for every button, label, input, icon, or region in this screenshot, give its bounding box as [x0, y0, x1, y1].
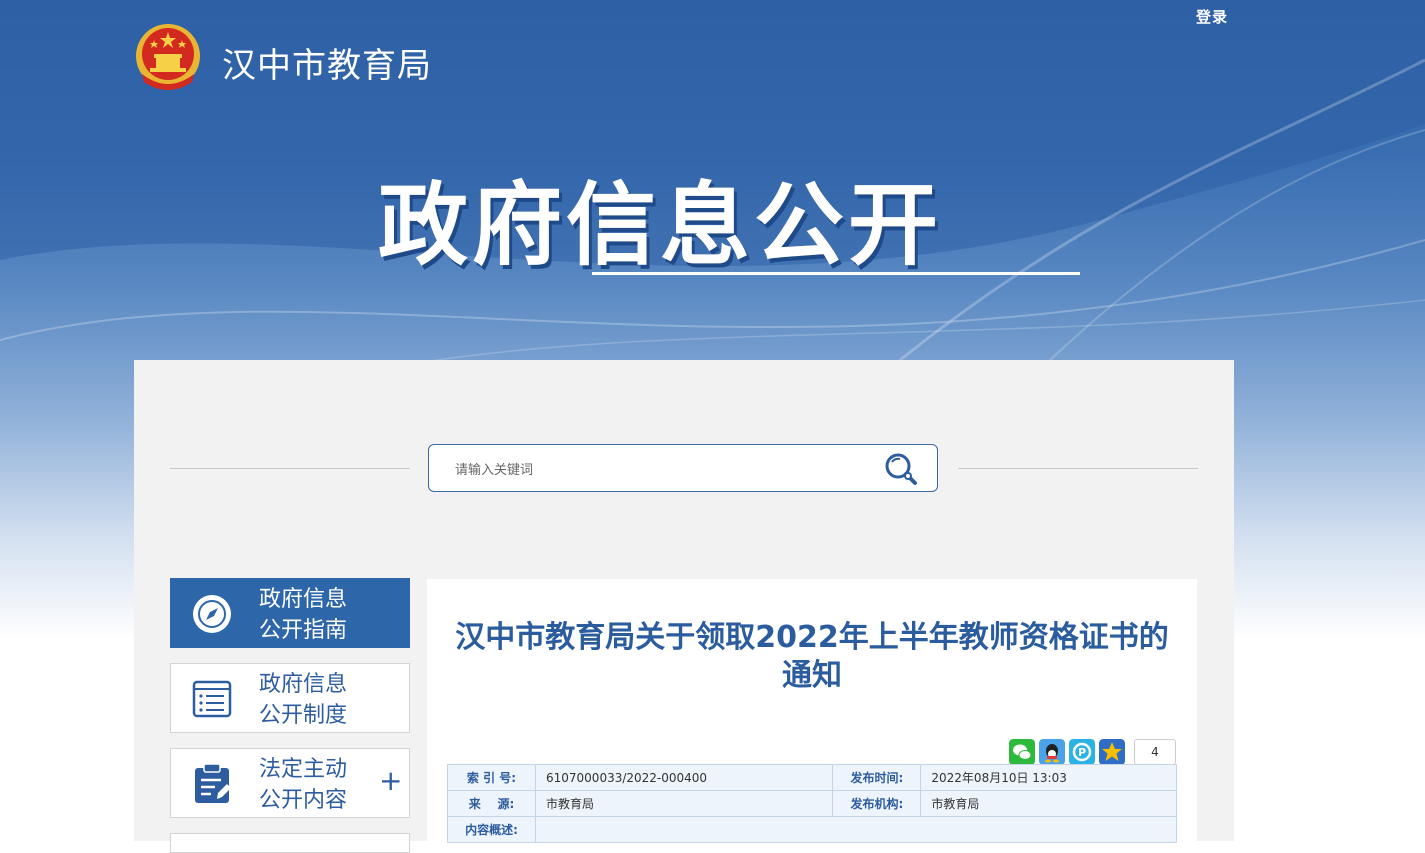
share-count: 4: [1134, 739, 1176, 765]
article-meta-table: 索 引 号: 6107000033/2022-000400 发布时间: 2022…: [447, 764, 1177, 843]
table-row: 内容概述:: [447, 816, 1177, 843]
login-link[interactable]: 登录: [1196, 6, 1228, 27]
table-row: 来 源: 市教育局 发布机构: 市教育局: [447, 790, 1177, 817]
search-divider-left: [170, 468, 410, 469]
publisher-label: 发布机构:: [832, 790, 922, 817]
search-box: [428, 444, 938, 492]
source-label: 来 源:: [447, 790, 536, 817]
favorite-star-icon[interactable]: [1099, 739, 1125, 765]
index-value: 6107000033/2022-000400: [534, 764, 834, 791]
publish-time-value: 2022年08月10日 13:03: [920, 764, 1177, 791]
sidebar-item-system[interactable]: 政府信息 公开制度: [170, 663, 410, 733]
site-name: 汉中市教育局: [222, 46, 432, 86]
document-list-icon: [192, 680, 232, 718]
publisher-value: 市教育局: [920, 790, 1177, 817]
sidebar-item-guide[interactable]: 政府信息 公开指南: [170, 578, 410, 648]
sidebar-item-label: 政府信息 公开指南: [259, 587, 348, 643]
sidebar-item-statutory-content[interactable]: 法定主动 公开内容 +: [170, 748, 410, 818]
search-icon[interactable]: [883, 452, 919, 486]
summary-value: [535, 816, 1177, 843]
sidebar-item-label: 法定主动 公开内容: [259, 757, 348, 813]
qq-share-icon[interactable]: [1039, 739, 1065, 765]
hero-underline: [592, 272, 1080, 275]
search-input[interactable]: [453, 457, 877, 483]
publish-time-label: 发布时间:: [832, 764, 922, 791]
table-row: 索 引 号: 6107000033/2022-000400 发布时间: 2022…: [447, 764, 1177, 791]
source-value: 市教育局: [534, 790, 834, 817]
hero-title: 政府信息公开: [378, 173, 942, 278]
national-emblem-icon: [136, 24, 200, 90]
wechat-share-icon[interactable]: [1009, 739, 1035, 765]
index-label: 索 引 号:: [447, 764, 536, 791]
sidebar-item-label: 政府信息 公开制度: [259, 672, 348, 728]
article-content: 汉中市教育局关于领取2022年上半年教师资格证书的通知 P 4 索 引 号: 6…: [427, 579, 1197, 843]
clipboard-icon: [195, 763, 231, 803]
expand-plus-icon[interactable]: +: [379, 767, 402, 795]
compass-icon: [193, 595, 231, 633]
qzone-share-icon[interactable]: P: [1069, 739, 1095, 765]
svg-text:P: P: [1078, 746, 1086, 759]
search-divider-right: [958, 468, 1198, 469]
sidebar-item-next[interactable]: [170, 833, 410, 853]
summary-label: 内容概述:: [447, 816, 536, 843]
article-title: 汉中市教育局关于领取2022年上半年教师资格证书的通知: [455, 620, 1169, 693]
